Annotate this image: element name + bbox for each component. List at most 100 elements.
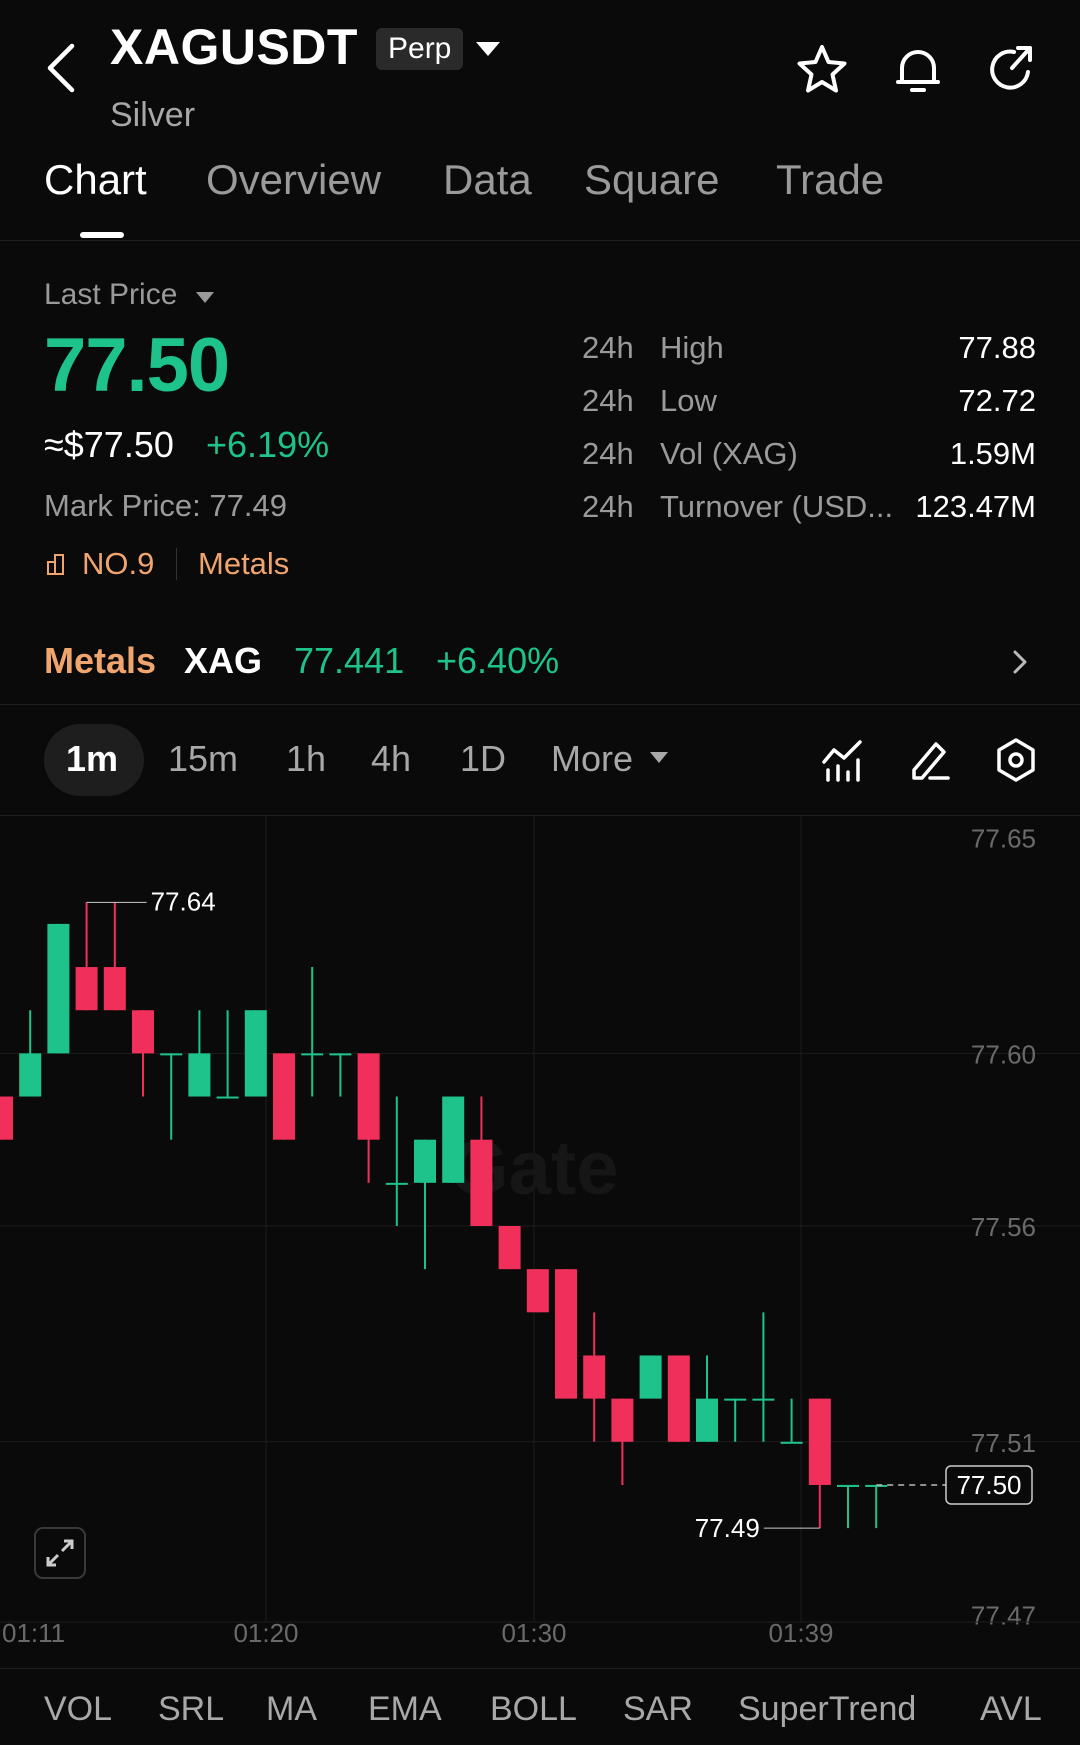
candle-body — [301, 1053, 324, 1056]
candle-body — [555, 1269, 577, 1399]
tab-chart[interactable]: Chart — [44, 156, 147, 204]
candle-body — [667, 1355, 690, 1442]
more-caret-icon[interactable] — [650, 752, 668, 763]
draw-pencil-icon[interactable] — [906, 736, 954, 784]
stat-high-value: 77.88 — [958, 330, 1036, 365]
stat-turnover-value: 123.47M — [915, 489, 1036, 524]
candle-body — [357, 1053, 380, 1140]
tab-overview[interactable]: Overview — [206, 156, 381, 204]
candle-body — [132, 1010, 154, 1054]
price-type-label[interactable]: Last Price — [44, 278, 177, 312]
tab-square[interactable]: Square — [584, 156, 719, 204]
stat-low-period: 24h — [582, 383, 634, 418]
interval-more[interactable]: More — [551, 738, 633, 780]
contract-type-badge: Perp — [376, 28, 464, 70]
price-axis-label: 77.65 — [971, 824, 1036, 854]
price-axis-label: 77.47 — [971, 1600, 1036, 1630]
candle-body — [273, 1053, 295, 1140]
candle-body — [216, 1096, 239, 1099]
candle-body — [329, 1053, 352, 1056]
candle-body — [414, 1139, 436, 1183]
usd-price: ≈$77.50 — [44, 424, 174, 465]
sector-symbol[interactable]: XAG — [184, 640, 262, 682]
price-axis-label: 77.56 — [971, 1212, 1036, 1242]
candle-body — [583, 1355, 606, 1399]
price-axis-label: 77.60 — [971, 1039, 1036, 1069]
asset-name: Silver — [110, 96, 196, 134]
rank-icon — [47, 554, 64, 575]
back-arrow-icon[interactable] — [42, 42, 82, 94]
candle-body — [0, 1096, 13, 1140]
stat-volume-period: 24h — [582, 436, 634, 471]
last-price: 77.50 — [44, 323, 230, 408]
indicator-avl[interactable]: AVL — [980, 1690, 1042, 1729]
indicator-ema[interactable]: EMA — [368, 1690, 442, 1729]
candle-body — [696, 1398, 718, 1442]
interval-4h[interactable]: 4h — [371, 738, 411, 780]
rank-separator — [176, 548, 177, 580]
bell-icon[interactable] — [890, 42, 946, 98]
sector-price: 77.441 — [294, 640, 405, 681]
stat-turnover-label: Turnover (USD... — [660, 489, 894, 524]
indicator-chart-icon[interactable] — [820, 736, 868, 784]
candle-body — [724, 1398, 747, 1401]
candle-body — [808, 1398, 831, 1485]
indicator-supertrend[interactable]: SuperTrend — [738, 1690, 916, 1729]
share-icon[interactable] — [984, 42, 1040, 98]
candle-body — [75, 967, 98, 1011]
candle-body — [47, 923, 70, 1054]
candle-body — [639, 1355, 662, 1399]
candle-body — [526, 1269, 549, 1313]
candle-body — [103, 967, 126, 1011]
candle-body — [611, 1398, 634, 1442]
candle-body — [385, 1182, 408, 1185]
price-change-percent: +6.19% — [206, 424, 330, 465]
indicator-srl[interactable]: SRL — [158, 1690, 224, 1729]
stat-high-label: High — [660, 330, 724, 365]
stat-low-value: 72.72 — [958, 383, 1036, 418]
indicator-sar[interactable]: SAR — [623, 1690, 693, 1729]
stat-turnover-period: 24h — [582, 489, 634, 524]
expand-chart-icon[interactable] — [34, 1527, 86, 1579]
stat-high-period: 24h — [582, 330, 634, 365]
chevron-right-icon[interactable] — [1010, 648, 1030, 676]
candle-body — [442, 1096, 465, 1183]
candle-body — [780, 1441, 803, 1444]
interval-1d[interactable]: 1D — [460, 738, 506, 780]
settings-hexagon-icon[interactable] — [992, 736, 1040, 784]
low-price-label: 77.49 — [695, 1513, 760, 1543]
tabs-divider — [0, 240, 1080, 241]
stat-volume-label: Vol (XAG) — [660, 436, 798, 471]
price-axis-label: 77.51 — [971, 1428, 1036, 1458]
candle-body — [19, 1053, 42, 1097]
symbol-dropdown-caret-icon[interactable] — [476, 42, 500, 56]
indicator-vol[interactable]: VOL — [44, 1690, 112, 1729]
rank-badge[interactable]: NO.9 — [82, 546, 154, 582]
indicator-boll[interactable]: BOLL — [490, 1690, 577, 1729]
sector-divider — [0, 704, 1080, 705]
price-type-caret-icon[interactable] — [196, 292, 214, 303]
interval-1m[interactable]: 1m — [66, 738, 118, 780]
stat-low-label: Low — [660, 383, 717, 418]
star-icon[interactable] — [794, 42, 850, 98]
stat-volume-value: 1.59M — [949, 436, 1036, 471]
sector-category[interactable]: Metals — [44, 640, 156, 682]
indicator-ma[interactable]: MA — [266, 1690, 317, 1729]
candle-body — [160, 1053, 183, 1056]
candlestick-chart[interactable]: 77.6577.6077.5677.5177.4701:11 01:20 01:30… — [0, 816, 1080, 1650]
interval-1h[interactable]: 1h — [286, 738, 326, 780]
high-price-label: 77.64 — [151, 886, 216, 916]
candle-body — [188, 1053, 211, 1097]
candle-body — [752, 1398, 775, 1401]
candle-body — [470, 1139, 493, 1226]
tab-data[interactable]: Data — [443, 156, 532, 204]
tab-trade[interactable]: Trade — [776, 156, 884, 204]
mark-price: Mark Price: 77.49 — [44, 488, 287, 523]
last-price-label: 77.50 — [956, 1470, 1021, 1500]
category-link[interactable]: Metals — [198, 546, 289, 582]
candle-body — [837, 1484, 859, 1487]
symbol-title[interactable]: XAGUSDT — [110, 18, 358, 76]
active-tab-indicator — [80, 232, 124, 238]
candle-body — [244, 1010, 267, 1097]
interval-15m[interactable]: 15m — [168, 738, 238, 780]
